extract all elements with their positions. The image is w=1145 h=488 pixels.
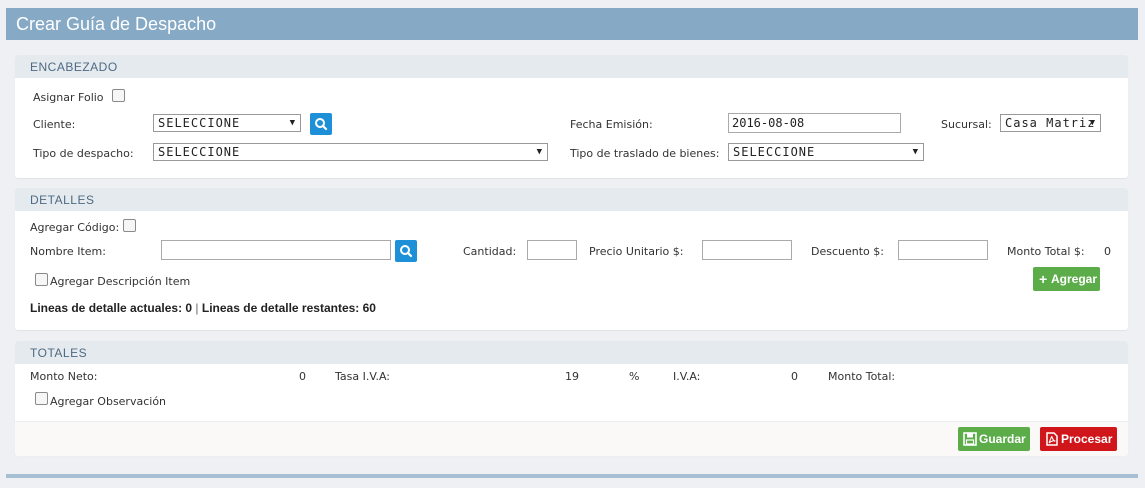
fecha-emision-input[interactable]: 2016-08-08 bbox=[728, 113, 901, 133]
save-icon bbox=[963, 432, 977, 446]
precio-unitario-input[interactable] bbox=[702, 240, 792, 260]
sucursal-label: Sucursal: bbox=[941, 118, 992, 131]
totales-heading-bar: TOTALES bbox=[15, 341, 1128, 364]
precio-unitario-label: Precio Unitario $: bbox=[589, 245, 684, 258]
agregar-descripcion-label: Agregar Descripción Item bbox=[50, 275, 191, 288]
detalles-panel: DETALLES Agregar Código: Nombre Item: Ca… bbox=[15, 188, 1128, 330]
procesar-button-label: Procesar bbox=[1061, 432, 1113, 446]
tasa-iva-value: 19 bbox=[565, 370, 579, 383]
totales-panel: TOTALES Monto Neto: 0 Tasa I.V.A: 19 % I… bbox=[15, 341, 1128, 456]
lineas-restantes: Lineas de detalle restantes: 60 bbox=[201, 301, 376, 315]
descuento-input[interactable] bbox=[898, 240, 988, 260]
agregar-codigo-checkbox[interactable] bbox=[123, 219, 136, 232]
search-icon bbox=[400, 245, 413, 258]
lineas-separator: | bbox=[195, 301, 199, 315]
detalles-heading-bar: DETALLES bbox=[15, 188, 1128, 211]
tipo-despacho-select[interactable]: SELECCIONE ▼ bbox=[153, 143, 548, 161]
page-title: Crear Guía de Despacho bbox=[16, 14, 217, 34]
monto-total-label: Monto Total: bbox=[828, 370, 896, 383]
sucursal-select-value: Casa Matriz bbox=[1005, 116, 1096, 130]
search-icon bbox=[315, 118, 328, 131]
nombre-item-input[interactable] bbox=[161, 240, 391, 260]
tipo-traslado-label: Tipo de traslado de bienes: bbox=[570, 147, 720, 160]
monto-neto-value: 0 bbox=[299, 370, 306, 383]
descuento-label: Descuento $: bbox=[811, 245, 884, 258]
nombre-item-label: Nombre Item: bbox=[30, 245, 106, 258]
agregar-button[interactable]: + Agregar bbox=[1033, 267, 1100, 291]
agregar-button-label: Agregar bbox=[1051, 272, 1098, 286]
cliente-select-value: SELECCIONE bbox=[158, 116, 241, 130]
chevron-down-icon: ▼ bbox=[536, 147, 542, 157]
cliente-select[interactable]: SELECCIONE ▼ bbox=[153, 114, 301, 132]
tasa-iva-label: Tasa I.V.A: bbox=[335, 370, 390, 383]
asignar-folio-checkbox[interactable] bbox=[112, 89, 125, 102]
encabezado-heading: ENCABEZADO bbox=[30, 60, 118, 74]
agregar-observacion-checkbox[interactable] bbox=[35, 392, 48, 405]
procesar-button[interactable]: Procesar bbox=[1040, 427, 1117, 451]
tipo-traslado-select[interactable]: SELECCIONE ▼ bbox=[728, 143, 924, 161]
lineas-detalle-summary: Lineas de detalle actuales: 0 | Lineas d… bbox=[30, 301, 376, 315]
sucursal-select[interactable]: Casa Matriz ▼ bbox=[1000, 114, 1101, 132]
agregar-codigo-label: Agregar Código: bbox=[30, 221, 120, 234]
plus-icon: + bbox=[1039, 271, 1048, 287]
chevron-down-icon: ▼ bbox=[289, 118, 295, 128]
cantidad-input[interactable] bbox=[527, 240, 577, 260]
guardar-button[interactable]: Guardar bbox=[958, 427, 1030, 451]
page-header: Crear Guía de Despacho bbox=[6, 8, 1138, 40]
iva-label: I.V.A: bbox=[673, 370, 701, 383]
page-footer-divider bbox=[6, 474, 1138, 478]
cliente-label: Cliente: bbox=[33, 118, 76, 131]
chevron-down-icon: ▼ bbox=[1089, 118, 1095, 128]
pdf-icon bbox=[1046, 432, 1058, 446]
fecha-emision-label: Fecha Emisión: bbox=[570, 118, 653, 131]
encabezado-panel: ENCABEZADO Asignar Folio Cliente: SELECC… bbox=[15, 55, 1128, 178]
agregar-descripcion-checkbox[interactable] bbox=[35, 273, 48, 286]
monto-neto-label: Monto Neto: bbox=[30, 370, 98, 383]
chevron-down-icon: ▼ bbox=[912, 147, 918, 157]
tipo-despacho-value: SELECCIONE bbox=[158, 145, 241, 159]
cliente-search-button[interactable] bbox=[310, 113, 332, 135]
asignar-folio-label: Asignar Folio bbox=[33, 91, 104, 104]
encabezado-heading-bar: ENCABEZADO bbox=[15, 55, 1128, 78]
tipo-despacho-label: Tipo de despacho: bbox=[33, 147, 134, 160]
totales-heading: TOTALES bbox=[30, 346, 88, 360]
monto-total-value: 0 bbox=[1104, 245, 1111, 258]
tipo-traslado-value: SELECCIONE bbox=[733, 145, 816, 159]
lineas-actuales: Lineas de detalle actuales: 0 bbox=[30, 301, 193, 315]
detalles-heading: DETALLES bbox=[30, 193, 95, 207]
percent-sign: % bbox=[629, 370, 640, 383]
agregar-observacion-label: Agregar Observación bbox=[50, 395, 167, 408]
iva-value: 0 bbox=[791, 370, 798, 383]
guardar-button-label: Guardar bbox=[979, 432, 1026, 446]
item-search-button[interactable] bbox=[395, 240, 417, 262]
cantidad-label: Cantidad: bbox=[463, 245, 517, 258]
monto-total-label: Monto Total $: bbox=[1007, 245, 1085, 258]
